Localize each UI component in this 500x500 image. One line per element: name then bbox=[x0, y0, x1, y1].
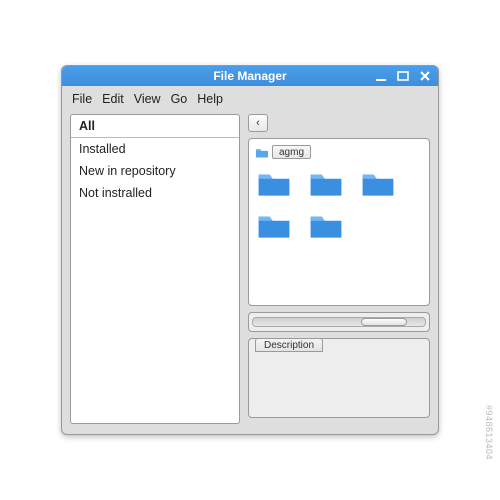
folder-item[interactable] bbox=[309, 169, 343, 197]
app-window: File Manager File Edit View Go Help All … bbox=[61, 65, 439, 435]
stock-watermark: #948613404 bbox=[484, 405, 494, 460]
folder-item[interactable] bbox=[361, 169, 395, 197]
menubar: File Edit View Go Help bbox=[62, 86, 438, 110]
close-button[interactable] bbox=[418, 69, 432, 83]
menu-edit[interactable]: Edit bbox=[102, 92, 124, 106]
category-installed[interactable]: Installed bbox=[71, 138, 239, 160]
scrollbar-thumb[interactable] bbox=[361, 318, 407, 326]
menu-go[interactable]: Go bbox=[171, 92, 188, 106]
minimize-button[interactable] bbox=[374, 69, 388, 83]
folder-item[interactable] bbox=[309, 211, 343, 239]
titlebar: File Manager bbox=[62, 66, 438, 86]
menu-help[interactable]: Help bbox=[197, 92, 223, 106]
category-new[interactable]: New in repository bbox=[71, 160, 239, 182]
folder-item[interactable] bbox=[257, 169, 291, 197]
scrollbar-pane bbox=[248, 312, 430, 332]
menu-file[interactable]: File bbox=[72, 92, 92, 106]
description-tab[interactable]: Description bbox=[255, 338, 323, 352]
description-pane: Description bbox=[248, 338, 430, 418]
maximize-button[interactable] bbox=[396, 69, 410, 83]
folder-item[interactable] bbox=[257, 211, 291, 239]
menu-view[interactable]: View bbox=[134, 92, 161, 106]
category-all[interactable]: All bbox=[71, 115, 239, 138]
window-title: File Manager bbox=[213, 69, 286, 83]
folder-icon bbox=[255, 147, 269, 158]
category-list: All Installed New in repository Not inst… bbox=[70, 114, 240, 424]
horizontal-scrollbar[interactable] bbox=[252, 317, 426, 327]
back-button[interactable]: ‹ bbox=[248, 114, 268, 132]
category-not-installed[interactable]: Not instralled bbox=[71, 182, 239, 204]
folder-pane: agmg bbox=[248, 138, 430, 306]
breadcrumb: agmg bbox=[255, 145, 423, 159]
folder-grid bbox=[255, 165, 423, 243]
breadcrumb-current[interactable]: agmg bbox=[272, 145, 311, 159]
